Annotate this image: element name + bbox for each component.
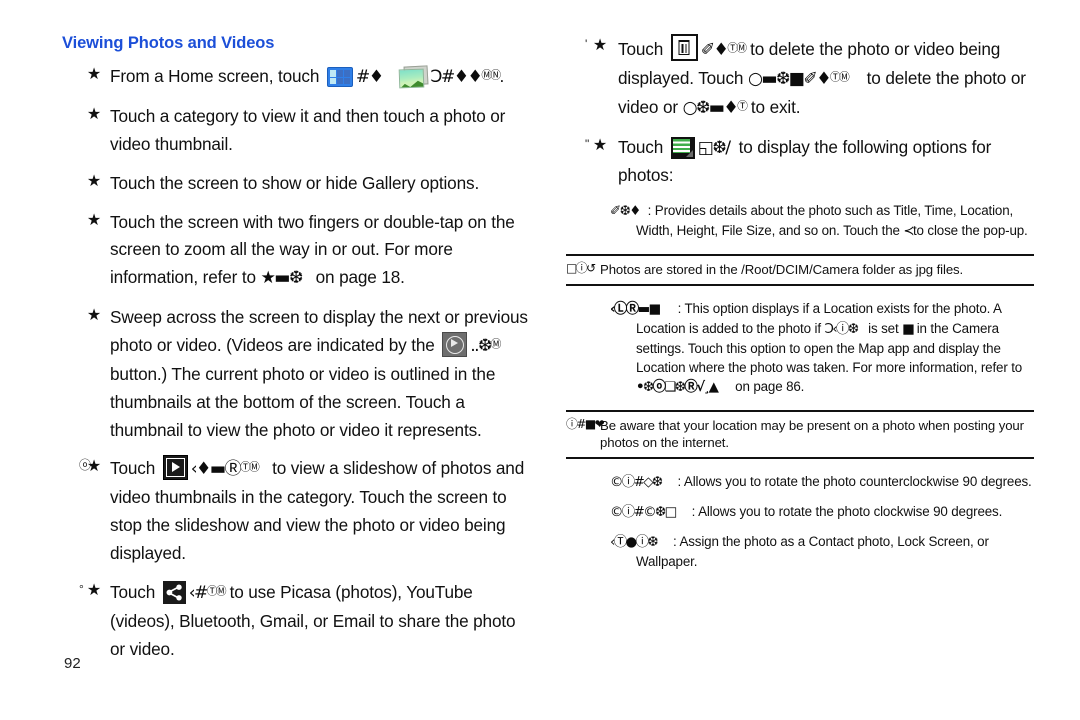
- corrupt-glyph-run: ○▬❆■✐♦: [747, 68, 832, 89]
- bullet-item: ★ ' Touch ✐♦ⓉⓂ to delete the photo or vide…: [566, 34, 1034, 123]
- corrupt-glyph-superscript: Ⓜ: [490, 337, 502, 351]
- bullet-text: on page 18.: [301, 267, 405, 288]
- option-glyph: ©ⓘ#©❆□: [610, 504, 677, 520]
- bullet-star-icon: ★ ": [585, 135, 610, 157]
- manual-page: Viewing Photos and Videos ★ From a Home s…: [0, 0, 1080, 720]
- bullet-item: ★ Touch the screen to show or hide Galler…: [62, 170, 532, 198]
- option-inline-glyph-2: ■: [902, 321, 915, 337]
- bullet-item: ★ " Touch ◱❆/ to display the following opt…: [566, 134, 1034, 191]
- option-glyph: ©ⓘ#◇❆: [610, 474, 663, 490]
- photo-options-details: ✐❆♦: Provides details about the photo su…: [566, 201, 1034, 241]
- share-icon: [162, 580, 186, 604]
- bullet-prefix-glyph: °: [79, 581, 84, 596]
- corrupt-glyph-run: #♦: [355, 67, 384, 88]
- apps-grid-icon: [326, 67, 353, 88]
- corrupt-glyph-run: ◱❆/: [697, 137, 731, 158]
- option-text: : Allows you to rotate the photo counter…: [677, 473, 1032, 489]
- corrupt-glyph-run: ‹♦▬Ⓡ: [190, 459, 242, 480]
- bullet-text: .: [499, 66, 505, 87]
- bullet-item: ★ ⓞ Touch ‹♦▬ⓇⓉⓂ to view a slideshow of ph…: [62, 455, 532, 567]
- bullet-text: Touch: [110, 581, 160, 602]
- note-icon: □ⓘ↺: [566, 261, 596, 276]
- left-column: Viewing Photos and Videos ★ From a Home s…: [62, 34, 532, 674]
- bullet-star-icon: ★: [86, 307, 102, 325]
- left-bullet-list: ★ From a Home screen, touch #♦ Ɔ#♦♦ⓂⓃ. ★ To…: [62, 63, 532, 663]
- option-row: ©ⓘ#◇❆ : Allows you to rotate the photo co…: [566, 472, 1034, 492]
- warning-text: Be aware that your location may be prese…: [600, 417, 1024, 451]
- option-glyph: ✐❆♦: [610, 204, 641, 220]
- photo-options-rotate-assign: ©ⓘ#◇❆ : Allows you to rotate the photo co…: [566, 472, 1034, 571]
- bullet-star-icon: ★: [86, 66, 102, 84]
- bullet-text: Touch a category to view it and then tou…: [110, 106, 506, 154]
- page-title: Viewing Photos and Videos: [62, 34, 275, 52]
- corrupt-glyph-superscript: ⓉⓂ: [727, 41, 747, 55]
- option-inline-glyph-1: Ɔ‹ⓘ❆: [824, 321, 859, 337]
- bullet-star-icon: ★ ⓞ: [79, 456, 104, 478]
- bullet-item: ★ Sweep across the screen to display the …: [62, 304, 532, 444]
- right-bullet-list: ★ ' Touch ✐♦ⓉⓂ to delete the photo or vide…: [566, 34, 1034, 190]
- bullet-text: From a Home screen, touch: [110, 66, 324, 87]
- corrupt-glyph-run: ‹#: [188, 582, 209, 603]
- photo-options-location: ‹ⓁⓇ▬■: This option displays if a Locatio…: [566, 299, 1034, 397]
- corrupt-glyph-run: ..❆: [470, 336, 492, 357]
- corrupt-glyph-run: ★▬❆: [260, 268, 304, 289]
- corrupt-glyph-superscript: ⓉⓂ: [240, 460, 260, 474]
- option-row: ✐❆♦: Provides details about the photo su…: [566, 201, 1034, 241]
- warning-band: ⓘ#■❤ Be aware that your location may be …: [566, 409, 1034, 459]
- right-column: ★ ' Touch ✐♦ⓉⓂ to delete the photo or vide…: [566, 34, 1034, 581]
- corrupt-glyph-run: ○❆▬♦: [682, 97, 739, 118]
- option-glyph: ‹ⓁⓇ▬■: [610, 301, 661, 317]
- note-text: Photos are stored in the /Root/DCIM/Came…: [600, 262, 964, 278]
- option-row: ©ⓘ#©❆□ : Allows you to rotate the photo c…: [566, 502, 1034, 522]
- option-row: ‹Ⓣ●ⓘ❆: Assign the photo as a Contact pho…: [566, 532, 1034, 571]
- bullet-prefix-glyph: ': [585, 37, 588, 51]
- play-button-icon: [442, 332, 468, 358]
- delete-trash-icon: [670, 34, 698, 61]
- bullet-star-icon: ★: [86, 106, 102, 123]
- option-glyph: ‹Ⓣ●ⓘ❆: [610, 534, 659, 550]
- bullet-star-icon: ★ °: [79, 580, 104, 602]
- bullet-item: ★ Touch a category to view it and then to…: [62, 103, 532, 159]
- bullet-text: [383, 66, 397, 86]
- bullet-text: button.) The current photo or video is o…: [110, 363, 496, 440]
- gallery-icon: [399, 65, 429, 89]
- option-text: : Assign the photo as a Contact photo, L…: [636, 533, 989, 569]
- corrupt-glyph-run: ✐♦: [700, 40, 729, 60]
- option-inline-glyph: ≺: [903, 224, 914, 240]
- option-inline-glyph-3: •❆ⓞ❑❆Ⓡ√¸▲: [636, 379, 719, 395]
- bullet-text: Touch: [618, 39, 668, 59]
- option-text-tail: to close the pop-up.: [912, 223, 1028, 239]
- corrupt-glyph-superscript: ⓉⓂ: [830, 70, 850, 84]
- bullet-text: Touch: [110, 458, 160, 479]
- bullet-prefix-glyph: ": [585, 136, 590, 151]
- bullet-prefix-glyph: ⓞ: [79, 458, 91, 473]
- corrupt-glyph-run: Ɔ#♦♦: [430, 67, 483, 88]
- corrupt-glyph-superscript: Ⓣ: [737, 99, 748, 112]
- bullet-item: ★ From a Home screen, touch #♦ Ɔ#♦♦ⓂⓃ.: [62, 63, 532, 92]
- bullet-text: Touch the screen to show or hide Gallery…: [110, 172, 480, 193]
- bullet-text: Touch: [618, 136, 668, 157]
- bullet-star-icon: ★ ': [585, 35, 610, 57]
- option-text-4: on page 86.: [717, 378, 805, 394]
- bullet-star-icon: ★: [86, 211, 102, 229]
- page-number: 92: [64, 655, 81, 672]
- corrupt-glyph-superscript: ⓂⓃ: [481, 68, 501, 82]
- slideshow-play-icon: [162, 455, 188, 481]
- warning-icon: ⓘ#■❤: [566, 416, 605, 431]
- bullet-star-icon: ★: [86, 172, 102, 190]
- option-text: : Allows you to rotate the photo clockwi…: [691, 503, 1003, 519]
- bullet-text: to exit.: [746, 96, 801, 117]
- corrupt-glyph-superscript: ⓉⓂ: [206, 584, 227, 598]
- bullet-item: ★ Touch the screen with two fingers or do…: [62, 209, 532, 294]
- note-band: □ⓘ↺ Photos are stored in the /Root/DCIM/…: [566, 254, 1034, 286]
- bullet-item: ★ ° Touch ‹#ⓉⓂ to use Picasa (photos), You…: [62, 579, 532, 664]
- menu-options-icon: [670, 136, 695, 159]
- option-text-2: is set: [857, 320, 903, 336]
